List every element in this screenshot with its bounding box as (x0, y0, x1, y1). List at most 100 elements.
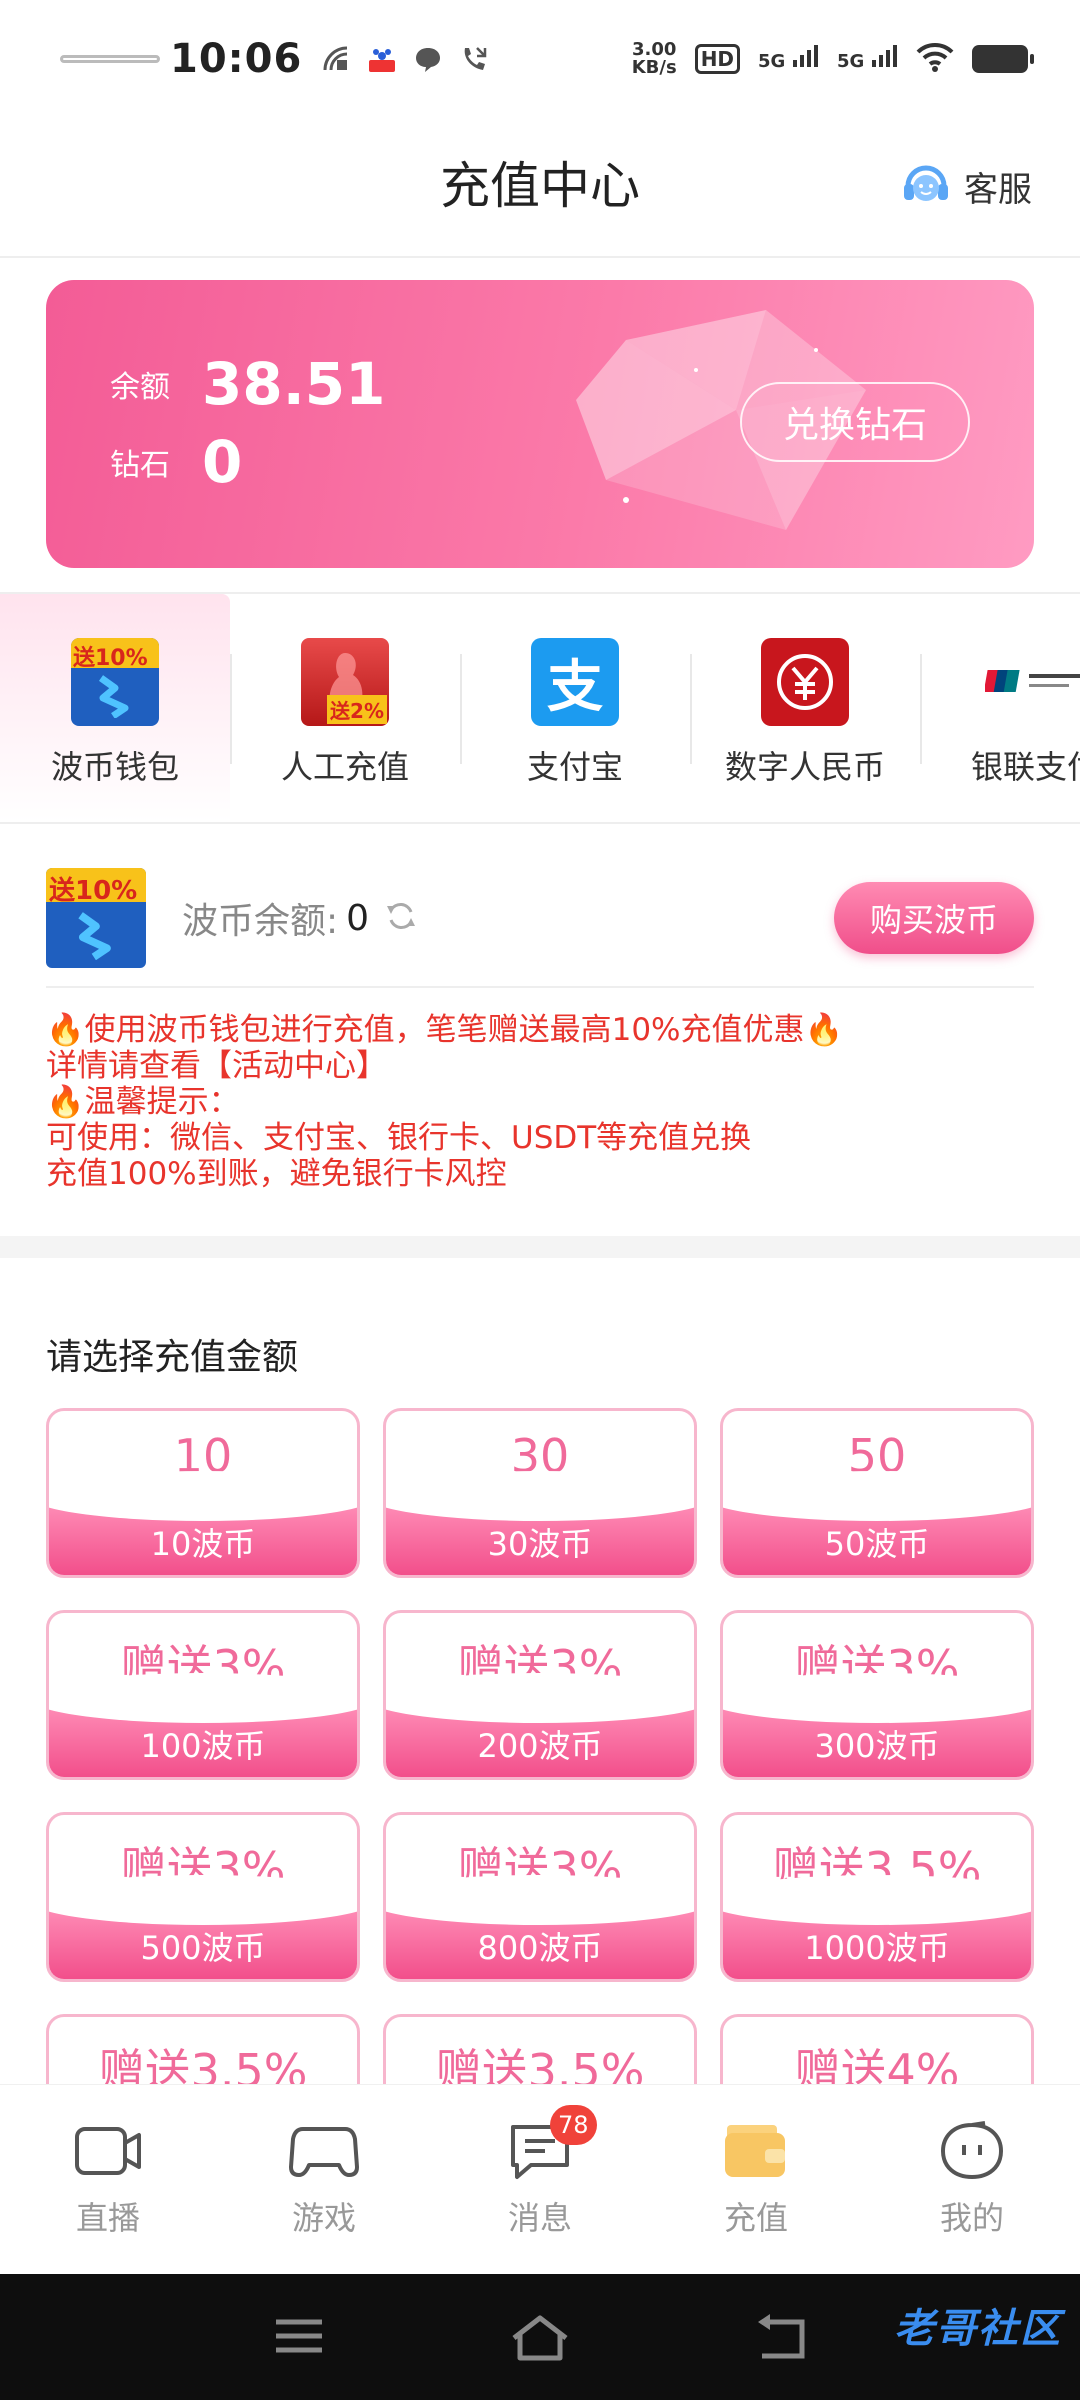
nav-games[interactable]: 游戏 (216, 2085, 432, 2274)
payment-method-unionpay[interactable]: 银联支付 (920, 594, 1080, 822)
divider (230, 654, 232, 764)
manual-recharge-badge: 送2% (327, 695, 387, 724)
section-divider (0, 1236, 1080, 1258)
balance-label: 余额 (110, 370, 170, 405)
bobi-wallet-badge: 送10% (73, 646, 148, 671)
amount-tile[interactable]: 赠送3% 300波币 (720, 1610, 1034, 1780)
amount-section-title: 请选择充值金额 (46, 1337, 299, 1378)
watermark-logo: 老哥社区 (894, 2306, 1062, 2352)
amount-tile-bottom: 200波币 (386, 1673, 694, 1777)
balance-card: 余额 38.51 钻石 0 兑换钻石 (46, 280, 1034, 568)
notice-line: 🔥温馨提示： (46, 1084, 240, 1120)
page-header: 充值中心 客服 (0, 118, 1080, 258)
bobi-wallet-icon: 送10% (71, 638, 159, 726)
wallet-icon (725, 2125, 785, 2177)
nav-label: 我的 (939, 2199, 1004, 2237)
payment-method-label: 支付宝 (526, 748, 623, 786)
amount-tile-coins: 50波币 (824, 1525, 930, 1563)
profile-face-icon (940, 2121, 1004, 2180)
amount-tile-bottom: 300波币 (723, 1673, 1031, 1777)
refresh-icon[interactable] (383, 898, 419, 938)
network-speed: 3.00 KB/s (632, 41, 677, 77)
gamepad-icon (289, 2127, 359, 2177)
divider (690, 654, 692, 764)
amount-tile[interactable]: 赠送3.5% (46, 2014, 360, 2084)
digital-rmb-icon (761, 638, 849, 726)
customer-service-label: 客服 (964, 169, 1032, 210)
amount-tile-bottom: 50波币 (723, 1471, 1031, 1575)
nav-label: 消息 (507, 2199, 572, 2237)
notice-line: 充值100%到账，避免银行卡风控 (46, 1156, 507, 1192)
hd-icon: HD (694, 44, 741, 74)
message-count-badge: 78 (550, 2105, 597, 2145)
nav-label: 充值 (723, 2199, 788, 2237)
status-bar: 10:06 3.00 KB/s HD 5G 5G (0, 0, 1080, 118)
payment-method-label: 人工充值 (280, 748, 409, 786)
missed-call-icon (458, 43, 490, 75)
back-icon[interactable] (754, 2314, 806, 2362)
amount-tile-bottom: 1000波币 (723, 1875, 1031, 1979)
notice-line-activity[interactable]: 详情请查看【活动中心】 (46, 1048, 1046, 1084)
amount-tile-coins: 10波币 (150, 1525, 256, 1563)
amount-tile[interactable]: 赠送3% 100波币 (46, 1610, 360, 1780)
amount-tile[interactable]: 30 30波币 (383, 1408, 697, 1578)
status-system-icons: 3.00 KB/s HD 5G 5G (632, 41, 1034, 77)
amount-tile[interactable]: 50 50波币 (720, 1408, 1034, 1578)
chat-bubble-icon (412, 43, 444, 75)
balance-row: 余额 38.51 (110, 350, 385, 418)
amount-tile[interactable]: 赠送3.5% 1000波币 (720, 1812, 1034, 1982)
sim1-label: 5G (758, 51, 786, 72)
alipay-glyph: 支 (547, 654, 603, 720)
nav-label: 游戏 (291, 2199, 356, 2237)
status-notification-icons (320, 43, 490, 75)
amount-tile-coins: 500波币 (140, 1929, 266, 1967)
payment-method-digital-rmb[interactable]: 数字人民币 (690, 594, 920, 822)
amount-tile[interactable]: 10 10波币 (46, 1408, 360, 1578)
nav-profile[interactable]: 我的 (864, 2085, 1080, 2274)
amount-tile[interactable]: 赠送3% 800波币 (383, 1812, 697, 1982)
sim1-signal-icon: 5G (758, 45, 819, 73)
amount-tile[interactable]: 赠送3.5% (383, 2014, 697, 2084)
payment-method-alipay[interactable]: 支 支付宝 (460, 594, 690, 822)
nav-live[interactable]: 直播 (0, 2085, 216, 2274)
amount-tile-coins: 30波币 (487, 1525, 593, 1563)
amount-tile[interactable]: 赠送3% 500波币 (46, 1812, 360, 1982)
amount-grid: 10 10波币 30 30波币 50 50波币 赠送3% 100波币 赠送3% 200波币… (46, 1408, 1034, 2084)
alipay-icon: 支 (531, 638, 619, 726)
amount-tile-bottom: 800波币 (386, 1875, 694, 1979)
divider (920, 654, 922, 764)
bobi-balance-value: 0 (346, 897, 370, 939)
promo-notice: 🔥使用波币钱包进行充值，笔笔赠送最高10%充值优惠🔥 详情请查看【活动中心】 🔥… (46, 1012, 1046, 1192)
home-icon[interactable] (510, 2314, 570, 2362)
unionpay-icon (985, 638, 1080, 726)
amount-tile[interactable]: 赠送3% 200波币 (383, 1610, 697, 1780)
bobi-wallet-panel: 送10% 波币余额: 0 购买波币 (46, 850, 1034, 988)
exchange-diamond-button[interactable]: 兑换钻石 (740, 382, 970, 462)
customer-service-button[interactable]: 客服 (898, 156, 1032, 216)
menu-icon[interactable] (274, 2314, 324, 2358)
nav-messages[interactable]: 消息 78 (432, 2085, 648, 2274)
nav-recharge[interactable]: 充值 (648, 2085, 864, 2274)
notice-line: 🔥使用波币钱包进行充值，笔笔赠送最高10%充值优惠🔥 (46, 1012, 844, 1048)
payment-method-tabs: 送10% 波币钱包 送2% 人工充值 支 支付宝 数字人民币 银联支付 (0, 592, 1080, 824)
amount-tile[interactable]: 赠送4% (720, 2014, 1034, 2084)
balance-value: 38.51 (202, 350, 386, 418)
buy-bobi-button[interactable]: 购买波币 (834, 882, 1034, 954)
payment-method-label: 数字人民币 (724, 748, 885, 786)
amount-tile-top: 赠送3.5% (435, 2044, 645, 2084)
nav-label: 直播 (75, 2199, 140, 2237)
payment-method-bobi-wallet[interactable]: 送10% 波币钱包 (0, 594, 230, 822)
status-time: 10:06 (170, 36, 303, 82)
battery-icon (972, 45, 1034, 73)
payment-method-label: 波币钱包 (50, 748, 179, 786)
bobi-logo-badge: 送10% (49, 876, 138, 906)
amount-tile-bottom: 10波币 (49, 1471, 357, 1575)
amount-tile-coins: 200波币 (477, 1727, 603, 1765)
amount-tile-bottom: 30波币 (386, 1471, 694, 1575)
amount-tile-coins: 800波币 (477, 1929, 603, 1967)
system-navigation-bar: 老哥社区 (0, 2274, 1080, 2400)
wifi-icon (916, 42, 954, 76)
notice-line: 可使用：微信、支付宝、银行卡、USDT等充值兑换 (46, 1120, 752, 1156)
bottom-navigation: 直播 游戏 消息 78 充值 我的 (0, 2084, 1080, 2274)
payment-method-manual[interactable]: 送2% 人工充值 (230, 594, 460, 822)
